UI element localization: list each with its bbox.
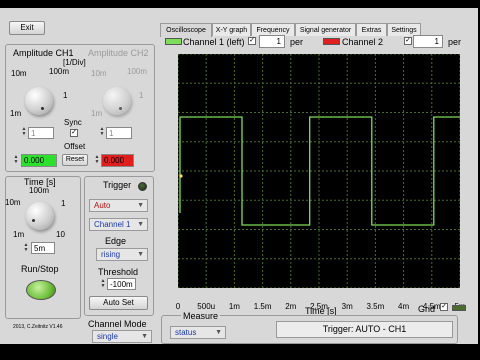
ch1-scale-1: 1 xyxy=(63,91,68,100)
time-scale-10m: 10m xyxy=(5,198,21,207)
ch2-amplitude-spinner-icon[interactable]: ▲ ▼ xyxy=(99,127,105,137)
ch2-enable-checkbox[interactable]: ✓ xyxy=(404,37,412,45)
time-spinner-icon[interactable]: ▲ ▼ xyxy=(23,243,29,253)
x-tick-label: 2m xyxy=(285,302,297,311)
edge-dropdown[interactable]: rising ▼ xyxy=(96,248,148,261)
status-display: Trigger: AUTO - CH1 xyxy=(276,321,453,338)
knob-pointer-icon xyxy=(41,107,44,110)
x-tick-label: 1m xyxy=(228,302,240,311)
chevron-down-icon: ▼ xyxy=(137,221,144,228)
grid-label: Grid xyxy=(418,304,436,314)
trigger-mode-dropdown[interactable]: Auto ▼ xyxy=(89,199,148,212)
time-knob[interactable] xyxy=(26,202,54,230)
ch2-label: Channel 2 xyxy=(342,37,384,47)
ch1-color-swatch xyxy=(165,38,182,45)
trigger-channel-dropdown[interactable]: Channel 1 ▼ xyxy=(89,218,148,231)
ch2-per-label: per xyxy=(448,37,462,47)
auto-set-button[interactable]: Auto Set xyxy=(89,296,148,310)
chevron-down-icon: ▼ xyxy=(137,202,144,209)
amplitude-ch2-label: Amplitude CH2 xyxy=(88,48,149,58)
tab-signal-generator[interactable]: Signal generator xyxy=(295,23,356,36)
grid-color-swatch[interactable] xyxy=(452,305,466,311)
version-label: 2013, C.Zeitnitz V1.46 xyxy=(13,324,63,330)
knob-pointer-icon xyxy=(32,219,35,222)
run-stop-label: Run/Stop xyxy=(21,264,59,274)
ch1-enable-checkbox[interactable]: ✓ xyxy=(248,37,256,45)
exit-button[interactable]: Exit xyxy=(9,21,45,35)
ch2-scale-100m: 100m xyxy=(127,67,148,76)
sync-checkbox[interactable]: ✓ xyxy=(70,129,78,137)
measure-dropdown[interactable]: status ▼ xyxy=(170,326,226,339)
trigger-panel xyxy=(84,176,154,316)
ch1-label: Channel 1 (left) xyxy=(183,37,245,47)
x-tick-label: 4m xyxy=(398,302,410,311)
x-tick-label: 500u xyxy=(197,302,216,311)
tab-oscilloscope[interactable]: Oscilloscope xyxy=(160,23,212,37)
app-window: Exit Amplitude CH1 Amplitude CH2 [1/Div]… xyxy=(0,0,480,360)
time-scale-100m: 100m xyxy=(29,186,50,195)
chevron-down-icon: ▼ xyxy=(215,329,222,336)
chevron-down-icon: ▼ xyxy=(141,333,148,340)
ch2-per-input[interactable]: 1 xyxy=(413,35,443,48)
channel-mode-value: single xyxy=(97,332,118,341)
trigger-mode-value: Auto xyxy=(94,201,111,210)
trigger-channel-value: Channel 1 xyxy=(94,220,131,229)
x-tick-label: 3m xyxy=(341,302,353,311)
time-scale-10: 10 xyxy=(56,230,65,239)
ch1-scale-1m: 1m xyxy=(10,109,22,118)
main-frame: Exit Amplitude CH1 Amplitude CH2 [1/Div]… xyxy=(0,8,478,344)
edge-label: Edge xyxy=(105,236,127,246)
chevron-down-icon: ▼ xyxy=(137,251,144,258)
sync-label: Sync xyxy=(64,118,82,127)
tab-extras[interactable]: Extras xyxy=(356,23,387,36)
ch1-scale-100m: 100m xyxy=(49,67,70,76)
scope-display[interactable] xyxy=(178,54,460,288)
ch2-amplitude-input[interactable]: 1 xyxy=(106,127,132,139)
measure-label: Measure xyxy=(181,311,221,321)
knob-pointer-icon xyxy=(119,107,122,110)
x-tick-label: 0 xyxy=(175,302,181,311)
time-input[interactable]: 5m xyxy=(31,242,55,254)
ch2-offset-spinner-icon[interactable]: ▲ ▼ xyxy=(94,155,100,165)
edge-value: rising xyxy=(101,250,121,259)
x-tick-label: 1.5m xyxy=(253,302,272,311)
ch1-amplitude-input[interactable]: 1 xyxy=(28,127,54,139)
threshold-spinner-icon[interactable]: ▲ ▼ xyxy=(100,279,106,289)
trigger-label: Trigger xyxy=(103,180,132,190)
time-scale-1: 1 xyxy=(61,199,66,208)
x-tick-label: 3.5m xyxy=(366,302,385,311)
offset-label: Offset xyxy=(64,142,86,151)
ch2-scale-1m: 1m xyxy=(91,109,103,118)
grid-checkbox[interactable]: ✓ xyxy=(440,303,448,311)
time-scale-1m: 1m xyxy=(13,230,25,239)
ch1-scale-10m: 10m xyxy=(11,69,27,78)
measure-value: status xyxy=(175,328,197,337)
ch1-amplitude-spinner-icon[interactable]: ▲ ▼ xyxy=(21,127,27,137)
tab-x-y-graph[interactable]: X-Y graph xyxy=(212,23,251,36)
ch2-color-swatch xyxy=(323,38,340,45)
ch2-scale-10m: 10m xyxy=(91,69,107,78)
ch1-offset-input[interactable]: 0.000 xyxy=(21,154,57,167)
ch2-offset-input[interactable]: 0.000 xyxy=(101,154,134,167)
channel-mode-label: Channel Mode xyxy=(88,319,147,329)
amplitude-ch1-knob[interactable] xyxy=(25,87,53,115)
threshold-label: Threshold xyxy=(98,267,139,277)
ch2-scale-1: 1 xyxy=(139,91,144,100)
ch1-offset-spinner-icon[interactable]: ▲ ▼ xyxy=(13,155,19,165)
channel-mode-dropdown[interactable]: single ▼ xyxy=(92,330,152,343)
trigger-marker-icon xyxy=(179,174,183,178)
run-stop-button[interactable] xyxy=(26,280,56,300)
ch1-per-label: per xyxy=(290,37,304,47)
amplitude-unit-label: [1/Div] xyxy=(63,58,86,67)
amplitude-ch1-label: Amplitude CH1 xyxy=(13,48,74,58)
trigger-led-icon xyxy=(138,182,147,191)
threshold-input[interactable]: -100m xyxy=(107,278,136,290)
reset-button[interactable]: Reset xyxy=(62,154,88,166)
amplitude-ch2-knob[interactable] xyxy=(103,87,131,115)
ch1-per-input[interactable]: 1 xyxy=(259,35,285,48)
